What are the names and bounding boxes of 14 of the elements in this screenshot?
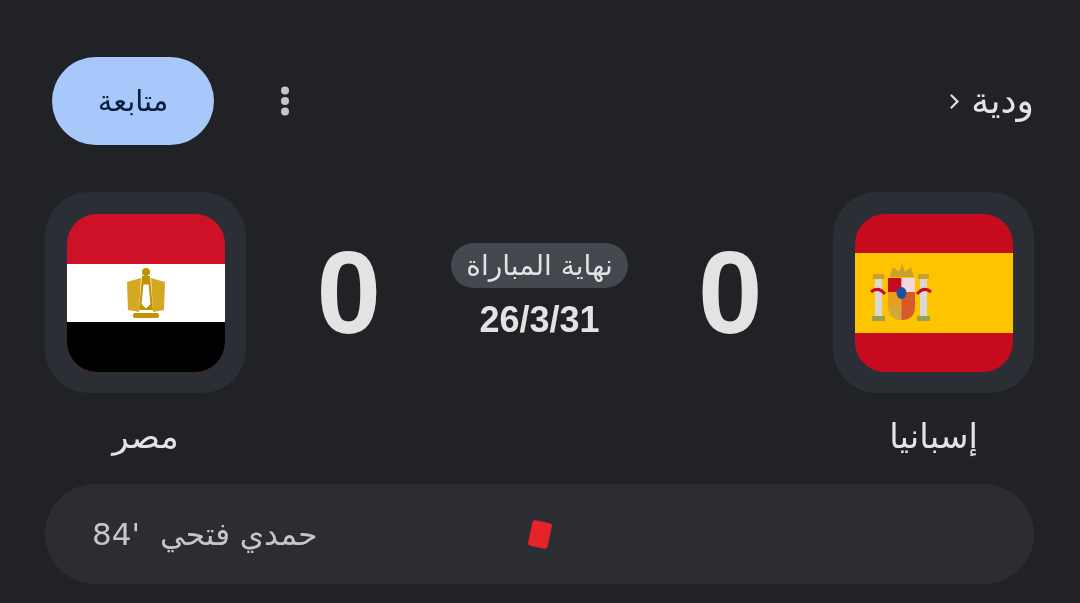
competition-link[interactable]: ودية (950, 79, 1034, 123)
match-status: نهاية المباراة (451, 243, 628, 288)
team-score: 0 (316, 234, 381, 351)
egypt-flag-icon (66, 213, 225, 372)
spain-flag-icon (854, 213, 1013, 372)
event-minute: 84' (92, 515, 140, 554)
team-score: 0 (698, 234, 763, 351)
player-name: حمدي فتحي (159, 515, 318, 554)
chevron-icon (950, 93, 960, 109)
more-options-icon[interactable] (280, 86, 290, 116)
follow-button[interactable]: متابعة (52, 57, 214, 145)
team-name: إسبانيا (889, 416, 978, 456)
team-name: مصر (112, 416, 179, 456)
match-date: 26/3/31 (479, 300, 600, 340)
